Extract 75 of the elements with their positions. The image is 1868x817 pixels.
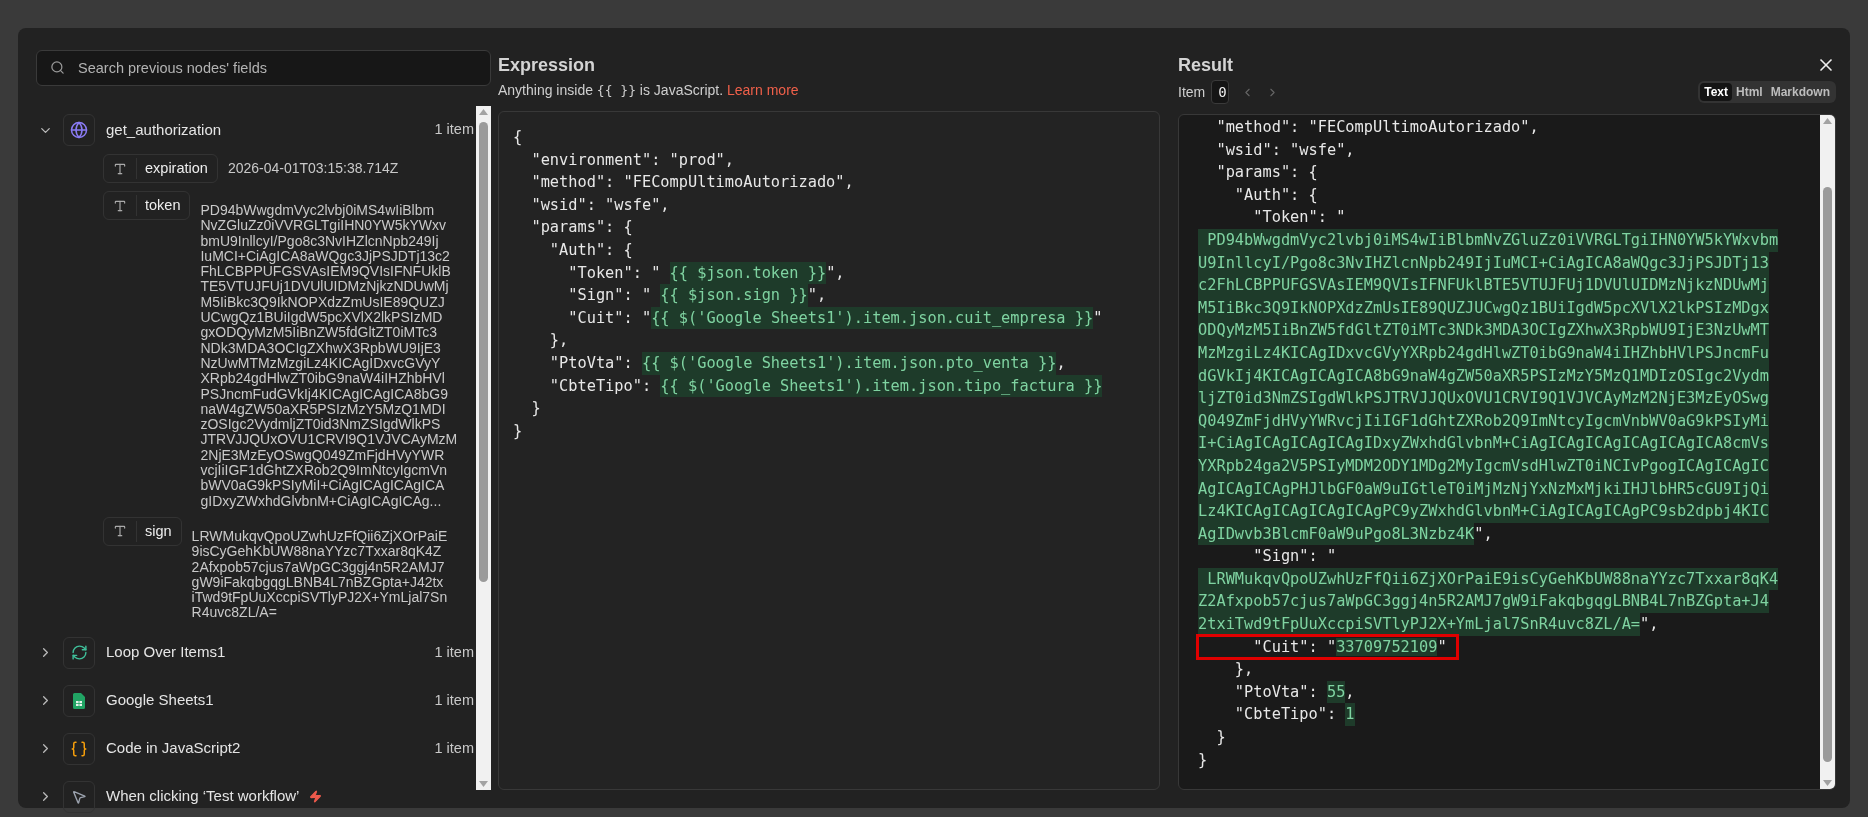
code-line: "PtoVta": 55, [1198, 680, 1820, 704]
code-line: "method": "FECompUltimoAutorizado", [1215, 117, 1540, 138]
code-line: "Token": " [1252, 207, 1347, 229]
globe-icon [70, 121, 88, 139]
scrollbar[interactable] [1820, 115, 1835, 789]
field-name: expiration [136, 157, 217, 180]
panel-title: Result [1178, 54, 1233, 77]
cursor-icon [71, 788, 87, 805]
learn-more-link[interactable]: Learn more [727, 82, 799, 98]
code-line: "CbteTipo": 1 [1198, 703, 1820, 727]
node-row[interactable]: Code in JavaScript2 1 item [36, 724, 476, 773]
format-tab[interactable]: Html [1732, 83, 1767, 101]
field-value: LRWMukqvQpoUZwhUzFfQii6ZjXOrPaiE 9isCyGehKbUW88naYYzc7Txxar8qK4Z 2Afxpob57cjus7aWpGC3ggj4n5R2AMJ7 gW9iFakqbgqgLBNB4L7nBZGpta+J42tx iTwd9tFpUuXccpiSVTlyPJ2X+YmLjal7Sn R4uvc8ZL/A= [191, 526, 448, 621]
code-line: "params": { [1215, 162, 1319, 184]
node-row[interactable]: Google Sheets1 1 item [36, 676, 476, 725]
field-pill[interactable]: expiration [103, 154, 218, 183]
panel-title: Expression [498, 54, 597, 77]
code-line: }, [1233, 659, 1255, 681]
scroll-up-icon[interactable] [1823, 118, 1832, 124]
field-value: 2026-04-01T03:15:38.714Z [227, 159, 399, 177]
field-pill[interactable]: sign [103, 516, 182, 546]
format-tab[interactable]: Text [1700, 83, 1732, 101]
scroll-down-icon[interactable] [1823, 780, 1832, 786]
field-value: PD94bWwgdmVyc2lvbj0iMS4wIiBlbm NvZGluZz0iVVRGLTgiIHN0YW5kYWxv bmU9InllcyI/Pgo8c3NvIHZlcnNpb249Ij IuMCI+CiAgICA8aWQgc3JjPSJDTj13c2 FhLCBPPUFGSVAsIEM9QVIsIFNFUklB TE5VTUJFUj1DVUlUIDMzNjkzNDUwMj M5IiBkc3Q9IkNOPXdzZmUsIE89QUZJ UCwgQz1BUiIgdW5pcXVlX2lkPSIzMD gxODQyMzM5IiBnZW5fdGltZT0iMTc3 NDk3MDA3OCIgZXhwX3RpbWU9IjE3 NzUwMTMzMzgiLz4KICAgIDxvcGVyY XRpb24gdHlwZT0ibG9naW4iIHZhbHVl PSJncmFudGVkIj4KICAgICAgICA8bG9 naW4gZW50aXR5PSIzMzY5MzQ1MDI zOSIgc2VydmljZT0id3NmZSIgdWlkPS JTRVJJQUxOVU1CRVI9Q1VJVCAyMzM 2NjE3MzEyOSwgQ049ZmFjdHVyYWR vcjIiIGF1dGhtZXRob2Q9ImNtcyIgcmVn bWV0aG9kPSIyMiI+CiAgICAgICAgICA gIDxyZWxhdGlvbnM+CiAgICAgICAg... [200, 201, 458, 509]
expression-hint: Anything inside {{ }} is JavaScript. Learn more [498, 81, 800, 100]
scroll-down-icon[interactable] [479, 781, 488, 787]
refresh-icon [70, 644, 88, 662]
code-line: "environment": "prod", [530, 149, 736, 171]
node-name: Loop Over Items1 [106, 642, 226, 663]
node-name: get_authorization [106, 119, 222, 140]
code-line: AgIDwvb3BlcmF0aW9uPgo8L3Nzbz4K", [1198, 522, 1820, 546]
text-type-icon [113, 198, 127, 213]
lightning-icon [309, 790, 323, 804]
code-line: "params": { [530, 217, 634, 239]
item-count: 1 item [434, 738, 474, 758]
code-line: "Auth": { [1233, 184, 1319, 206]
item-label: Item [1178, 82, 1206, 102]
scrollbar[interactable] [476, 106, 491, 790]
code-line: { [513, 127, 524, 148]
code-line: }, [548, 330, 570, 352]
item-count: 1 item [434, 642, 474, 662]
code-line: "Auth": { [548, 239, 634, 261]
node-name: When clicking ‘Test workflow’ [106, 786, 300, 807]
code-line: } [513, 420, 524, 442]
scrollbar-thumb[interactable] [1823, 187, 1832, 762]
spreadsheet-icon [73, 692, 85, 709]
code-line: } [1215, 727, 1227, 749]
item-index-field[interactable]: 0 [1211, 80, 1230, 104]
code-line: "wsid": "wsfe", [530, 194, 671, 216]
code-line: } [530, 398, 542, 420]
expression-editor[interactable] [498, 111, 1160, 790]
node-row[interactable]: get_authorization 1 item [36, 106, 476, 154]
field-pill[interactable]: token [103, 191, 191, 220]
item-count: 1 item [434, 120, 474, 140]
field-name: token [136, 194, 190, 217]
node-name: Google Sheets1 [106, 690, 214, 711]
node-row[interactable]: Loop Over Items1 1 item [36, 628, 476, 677]
text-type-icon [113, 524, 127, 539]
field-name: sign [136, 520, 181, 543]
node-row[interactable]: When clicking ‘Test workflow’ [36, 772, 476, 817]
scrollbar-thumb[interactable] [479, 122, 488, 582]
braces-icon [70, 739, 88, 758]
code-line: "Sign": " [1252, 546, 1338, 568]
text-type-icon [113, 161, 127, 176]
code-line: "method": "FECompUltimoAutorizado", [530, 172, 855, 194]
format-tab[interactable]: Markdown [1766, 83, 1834, 101]
code-line: "Token": " {{ $json.token }}", [513, 261, 1159, 285]
scroll-up-icon[interactable] [479, 109, 488, 115]
search-field[interactable]: Search previous nodes' fields [36, 50, 491, 86]
search-icon [50, 60, 65, 75]
code-line: "Cuit": "33709752109" [1198, 635, 1820, 659]
code-line: "wsid": "wsfe", [1215, 139, 1356, 161]
node-name: Code in JavaScript2 [106, 738, 241, 759]
code-line: } [1198, 749, 1209, 771]
item-count: 1 item [434, 690, 474, 710]
